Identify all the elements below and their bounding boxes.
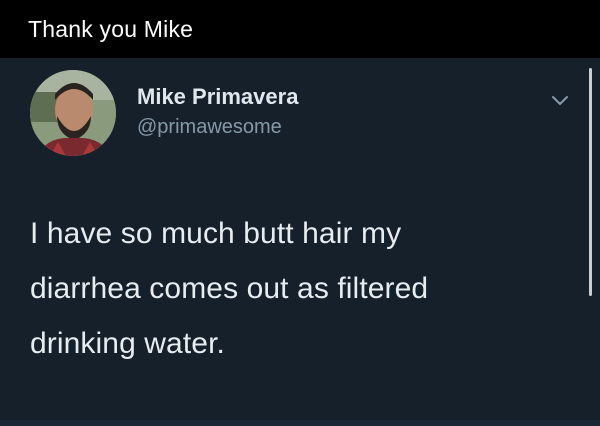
avatar[interactable] <box>30 70 116 156</box>
author-display-name[interactable]: Mike Primavera <box>137 84 298 110</box>
author-handle[interactable]: @primawesome <box>137 116 282 139</box>
divider <box>0 420 600 426</box>
tweet-text-line: drinking water. <box>30 327 225 360</box>
tweet-text-line: diarrhea comes out as filtered <box>30 272 429 305</box>
avatar-photo <box>30 70 116 156</box>
chevron-down-icon[interactable] <box>548 88 572 112</box>
caption-bar: Thank you Mike <box>0 0 600 58</box>
tweet-card[interactable]: Mike Primavera @primawesome I have so mu… <box>0 58 600 426</box>
tweet-text-line: I have so much butt hair my <box>30 217 402 250</box>
scrollbar[interactable] <box>589 68 592 296</box>
tweet-text: I have so much butt hair my diarrhea com… <box>30 206 570 371</box>
caption-title: Thank you Mike <box>28 15 194 42</box>
